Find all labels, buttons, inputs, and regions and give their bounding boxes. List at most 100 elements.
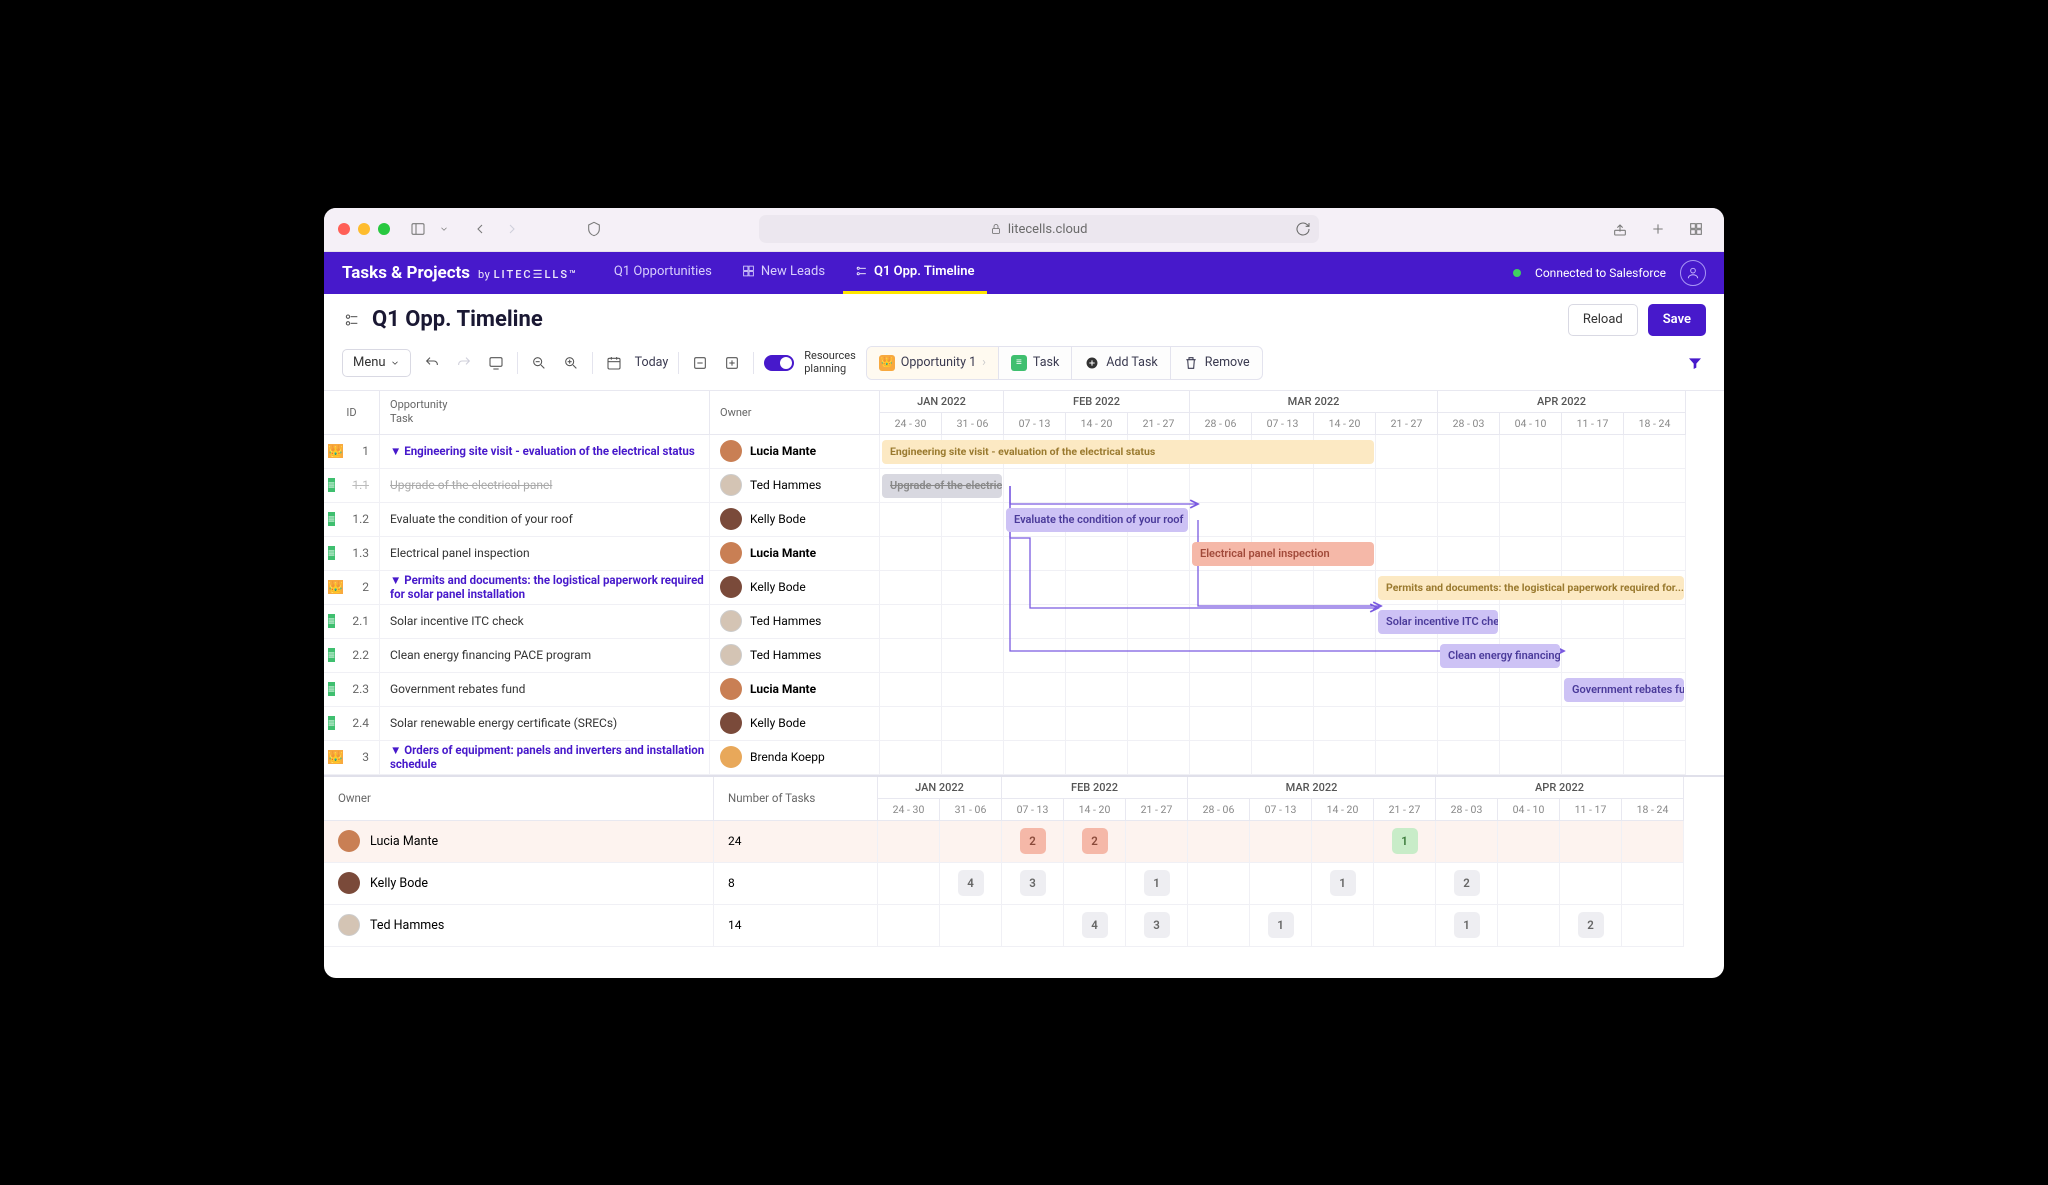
zoom-out-icon[interactable]: [528, 352, 550, 374]
gantt-bar[interactable]: Solar incentive ITC check: [1378, 610, 1498, 634]
week-header: 31 - 06: [940, 799, 1002, 821]
row-title[interactable]: Solar incentive ITC check: [380, 605, 710, 639]
resource-cell: [1374, 863, 1436, 905]
gantt-bar[interactable]: Government rebates fund: [1564, 678, 1684, 702]
row-owner[interactable]: Lucia Mante: [710, 537, 880, 571]
row-id: 👑3: [324, 741, 380, 775]
maximize-window-icon[interactable]: [378, 223, 390, 235]
timeline-cell: [1128, 673, 1190, 707]
menu-button[interactable]: Menu: [342, 349, 411, 377]
address-bar[interactable]: litecells.cloud: [759, 215, 1319, 243]
redo-icon[interactable]: [453, 352, 475, 374]
row-owner[interactable]: Brenda Koepp: [710, 741, 880, 775]
gantt-bar[interactable]: Engineering site visit - evaluation of t…: [882, 440, 1374, 464]
crumb-opportunity[interactable]: 👑Opportunity 1›: [867, 347, 999, 379]
row-owner[interactable]: Ted Hammes: [710, 605, 880, 639]
gantt-bar[interactable]: Permits and documents: the logistical pa…: [1378, 576, 1684, 600]
timeline-cell: [942, 605, 1004, 639]
resource-cell: 1: [1126, 863, 1188, 905]
timeline-cell: [880, 673, 942, 707]
remove-button[interactable]: Remove: [1171, 347, 1262, 379]
resource-cell: [1064, 863, 1126, 905]
new-tab-icon[interactable]: [1644, 217, 1672, 241]
resources-toggle[interactable]: [764, 355, 794, 371]
row-owner[interactable]: Kelly Bode: [710, 707, 880, 741]
resource-cell: [878, 905, 940, 947]
filter-icon[interactable]: [1684, 352, 1706, 374]
tab-q1-timeline[interactable]: Q1 Opp. Timeline: [843, 252, 986, 294]
collapse-icon[interactable]: [689, 352, 711, 374]
row-title[interactable]: ▼ Engineering site visit - evaluation of…: [380, 435, 710, 469]
opportunity-icon: 👑: [328, 750, 343, 764]
timeline-cell: [1562, 537, 1624, 571]
row-title[interactable]: Evaluate the condition of your roof: [380, 503, 710, 537]
undo-icon[interactable]: [421, 352, 443, 374]
resource-cell: [1498, 905, 1560, 947]
resource-row[interactable]: Kelly Bode843112: [324, 863, 1724, 905]
month-mar: MAR 2022: [1190, 391, 1438, 413]
row-owner[interactable]: Ted Hammes: [710, 469, 880, 503]
zoom-in-icon[interactable]: [560, 352, 582, 374]
row-title[interactable]: Electrical panel inspection: [380, 537, 710, 571]
gantt-bar[interactable]: Electrical panel inspection: [1192, 542, 1374, 566]
sidebar-icon[interactable]: [404, 217, 432, 241]
minimize-window-icon[interactable]: [358, 223, 370, 235]
resource-cell: [1188, 821, 1250, 863]
reload-icon[interactable]: [1295, 221, 1311, 237]
expand-icon[interactable]: [721, 352, 743, 374]
row-owner[interactable]: Kelly Bode: [710, 503, 880, 537]
week-header: 21 - 27: [1376, 413, 1438, 435]
row-title[interactable]: ▼ Permits and documents: the logistical …: [380, 571, 710, 605]
gantt-bar[interactable]: Evaluate the condition of your roof: [1006, 508, 1188, 532]
row-owner[interactable]: Ted Hammes: [710, 639, 880, 673]
timeline-cell: [1252, 605, 1314, 639]
row-title[interactable]: Clean energy financing PACE program: [380, 639, 710, 673]
month-apr: APR 2022: [1438, 391, 1686, 413]
task-icon: ≡: [328, 614, 335, 628]
reload-button[interactable]: Reload: [1568, 304, 1638, 336]
user-avatar-button[interactable]: [1680, 260, 1706, 286]
avatar: [720, 746, 742, 768]
row-owner[interactable]: Kelly Bode: [710, 571, 880, 605]
timeline-cell: [1190, 639, 1252, 673]
shield-icon[interactable]: [580, 217, 608, 241]
calendar-today-icon[interactable]: [603, 352, 625, 374]
week-header: 07 - 13: [1004, 413, 1066, 435]
nav-back-icon[interactable]: [466, 217, 494, 241]
timeline-icon: [855, 263, 868, 279]
share-icon[interactable]: [1606, 217, 1634, 241]
row-title[interactable]: Upgrade of the electrical panel: [380, 469, 710, 503]
row-owner[interactable]: Lucia Mante: [710, 673, 880, 707]
tab-q1-opportunities[interactable]: Q1 Opportunities: [602, 252, 724, 294]
timeline-cell: [942, 707, 1004, 741]
resource-cell: [878, 863, 940, 905]
close-window-icon[interactable]: [338, 223, 350, 235]
today-label[interactable]: Today: [635, 355, 669, 370]
timeline-cell: [1376, 639, 1438, 673]
row-title[interactable]: Solar renewable energy certificate (SREC…: [380, 707, 710, 741]
timeline-cell: [1438, 741, 1500, 775]
resource-cell: [940, 821, 1002, 863]
row-owner[interactable]: Lucia Mante: [710, 435, 880, 469]
resource-row[interactable]: Lucia Mante24221: [324, 821, 1724, 863]
row-title[interactable]: Government rebates fund: [380, 673, 710, 707]
gantt-bar[interactable]: Upgrade of the electrical: [882, 474, 1002, 498]
opportunity-icon: 👑: [328, 580, 343, 594]
resource-cell: [1560, 863, 1622, 905]
timeline-cell: [1004, 469, 1066, 503]
gantt-bar[interactable]: Clean energy financing PA...: [1440, 644, 1560, 668]
crumb-task[interactable]: ≡Task: [999, 347, 1072, 379]
save-button[interactable]: Save: [1648, 304, 1706, 336]
timeline-cell: [1500, 469, 1562, 503]
resource-row[interactable]: Ted Hammes1443112: [324, 905, 1724, 947]
trash-icon: [1183, 355, 1199, 371]
device-icon[interactable]: [485, 352, 507, 374]
tabs-grid-icon[interactable]: [1682, 217, 1710, 241]
sidebar-toggle-group: [404, 217, 452, 241]
nav-forward-icon[interactable]: [498, 217, 526, 241]
chevron-down-icon[interactable]: [436, 217, 452, 241]
tab-new-leads[interactable]: New Leads: [730, 252, 837, 294]
row-title[interactable]: ▼ Orders of equipment: panels and invert…: [380, 741, 710, 775]
add-task-button[interactable]: Add Task: [1072, 347, 1170, 379]
resource-cell: [1498, 821, 1560, 863]
